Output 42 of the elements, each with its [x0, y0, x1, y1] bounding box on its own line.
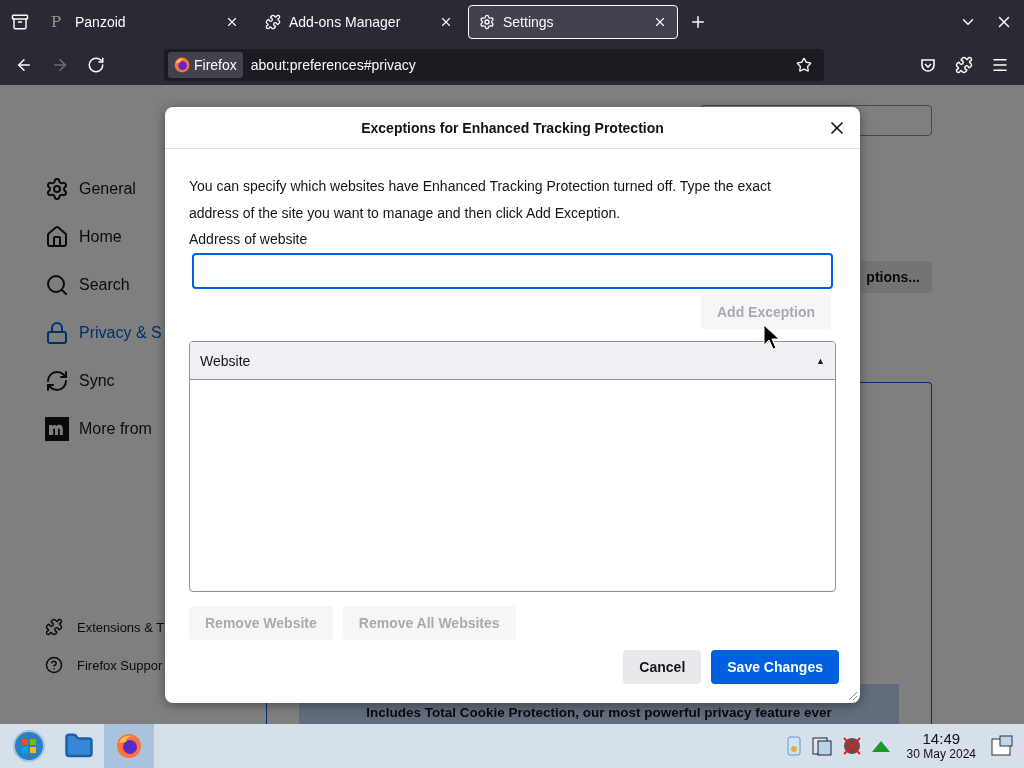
- site-favicon: P: [51, 13, 63, 31]
- identity-button[interactable]: Firefox: [168, 51, 243, 78]
- column-header[interactable]: Website ▲: [190, 342, 835, 380]
- sync-icon: [45, 369, 69, 393]
- browser-tab[interactable]: Add-ons Manager: [254, 5, 464, 39]
- show-desktop-icon[interactable]: [990, 734, 1014, 758]
- sidebar-link[interactable]: Firefox Suppor: [45, 646, 266, 684]
- close-icon[interactable]: [653, 15, 667, 29]
- cancel-button[interactable]: Cancel: [623, 650, 702, 684]
- dialog-description: You can specify which websites have Enhanced Tracking Protection turned off. Type the exact address of the site you want to manage and then click Add Exception.: [189, 177, 772, 223]
- star-icon[interactable]: [796, 56, 812, 73]
- search-icon: [45, 273, 69, 297]
- firefox-icon: [174, 56, 190, 73]
- cursor-icon: [763, 324, 779, 350]
- puzzle-icon: [265, 14, 281, 30]
- lock-icon: [45, 321, 69, 345]
- dialog-title: Exceptions for Enhanced Tracking Protection: [361, 119, 664, 136]
- close-icon[interactable]: [439, 15, 453, 29]
- column-label: Website: [200, 352, 252, 369]
- sidebar-item[interactable]: Search: [45, 261, 266, 309]
- triangle-up-icon[interactable]: [870, 739, 891, 753]
- field-label: Address of website: [189, 231, 309, 247]
- sidebar-item[interactable]: More from: [45, 405, 266, 453]
- settings-icon: [479, 14, 495, 30]
- mozilla-logo-icon: [45, 417, 69, 441]
- clock[interactable]: 14:49 30 May 2024: [906, 731, 976, 761]
- url-text: about:preferences#privacy: [250, 56, 417, 73]
- help-icon: [45, 656, 63, 674]
- browser-tab[interactable]: Settings: [468, 5, 678, 39]
- browser-tab[interactable]: P Panzoid: [40, 5, 250, 39]
- firefox-icon[interactable]: [116, 733, 142, 759]
- settings-icon: [45, 177, 69, 201]
- puzzle-icon: [45, 618, 63, 636]
- save-changes-button[interactable]: Save Changes: [711, 650, 839, 684]
- clock-date: 30 May 2024: [906, 747, 976, 761]
- sort-indicator: ▲: [816, 355, 825, 366]
- close-icon[interactable]: [225, 15, 239, 29]
- clock-time: 14:49: [922, 731, 961, 747]
- home-icon: [45, 225, 69, 249]
- resize-grip-icon[interactable]: [848, 691, 858, 701]
- address-bar[interactable]: Firefox about:preferences#privacy: [164, 48, 824, 81]
- address-input-field[interactable]: [192, 253, 833, 289]
